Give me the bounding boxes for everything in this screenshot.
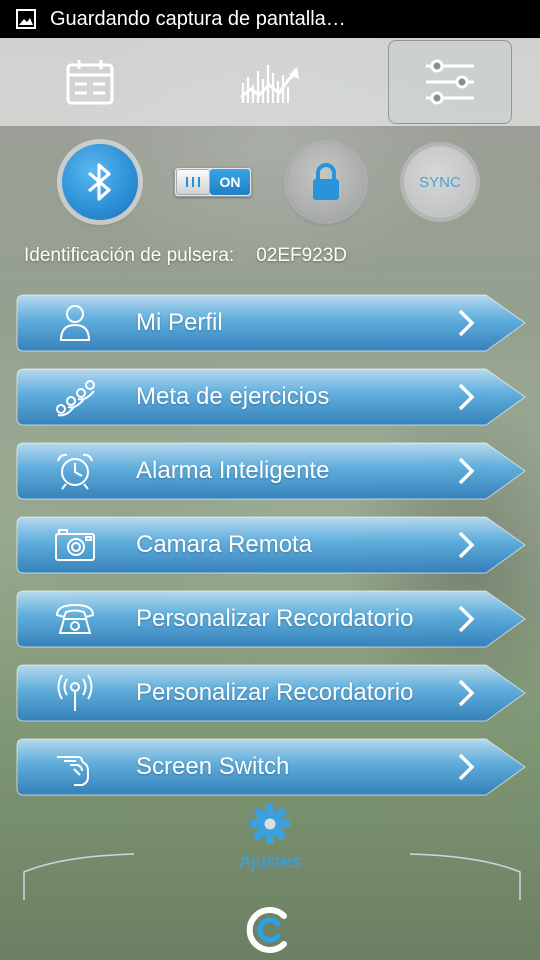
telephone-icon xyxy=(55,603,95,634)
device-id-row: Identificación de pulsera: 02EF923D xyxy=(24,242,347,270)
device-controls: ON SYNC xyxy=(0,140,540,230)
menu-item-call-reminder[interactable]: Personalizar Recordatorio xyxy=(16,590,526,648)
status-text: Guardando captura de pantalla… xyxy=(50,7,346,30)
tab-calendar[interactable] xyxy=(0,38,180,126)
chevron-right-icon xyxy=(458,679,475,707)
chevron-right-icon xyxy=(458,309,475,337)
status-bar: Guardando captura de pantalla… xyxy=(0,0,540,38)
menu-item-exercise-goal[interactable]: Meta de ejercicios xyxy=(16,368,526,426)
tab-statistics[interactable] xyxy=(180,38,360,126)
alarm-clock-icon xyxy=(57,453,93,490)
decorative-arc-left xyxy=(23,853,135,900)
chart-trend-icon xyxy=(240,65,299,103)
toggle-knob xyxy=(176,169,210,195)
menu-item-label: Personalizar Recordatorio xyxy=(136,679,414,706)
screenshot-icon xyxy=(16,9,36,29)
person-icon xyxy=(59,305,91,341)
chevron-right-icon xyxy=(458,531,475,559)
steps-icon xyxy=(56,380,95,417)
app-logo-icon xyxy=(246,907,287,953)
menu-item-label: Alarma Inteligente xyxy=(136,457,330,484)
menu-item-label: Camara Remota xyxy=(136,531,313,558)
lock-icon xyxy=(313,163,339,200)
calendar-icon xyxy=(66,60,114,105)
bluetooth-icon xyxy=(87,163,111,201)
menu-item-label: Personalizar Recordatorio xyxy=(136,605,414,632)
device-id-value: 02EF923D xyxy=(256,245,348,266)
sliders-icon xyxy=(426,59,474,105)
decorative-arc-right xyxy=(409,853,521,900)
chevron-right-icon xyxy=(458,605,475,633)
lock-button[interactable] xyxy=(288,144,364,220)
chevron-right-icon xyxy=(458,457,475,485)
bluetooth-button[interactable] xyxy=(62,144,138,220)
menu-item-smart-alarm[interactable]: Alarma Inteligente xyxy=(16,442,526,500)
bottom-nav: Ajustes xyxy=(0,800,540,960)
menu-item-profile[interactable]: Mi Perfil xyxy=(16,294,526,352)
gear-icon[interactable] xyxy=(248,802,292,846)
sync-button[interactable]: SYNC xyxy=(404,146,476,218)
menu-item-remote-camera[interactable]: Camara Remota xyxy=(16,516,526,574)
top-tab-bar xyxy=(0,38,540,126)
tab-settings[interactable] xyxy=(388,40,512,124)
menu-item-label: Meta de ejercicios xyxy=(136,383,330,410)
chevron-right-icon xyxy=(458,753,475,781)
hand-swipe-icon xyxy=(57,756,89,786)
camera-icon xyxy=(55,529,95,561)
chevron-right-icon xyxy=(458,383,475,411)
menu-item-label: Screen Switch xyxy=(136,753,290,780)
menu-item-signal-reminder[interactable]: Personalizar Recordatorio xyxy=(16,664,526,722)
device-id-label: Identificación de pulsera: xyxy=(24,245,235,266)
toggle-state-label: ON xyxy=(210,169,250,195)
antenna-icon xyxy=(57,674,93,711)
menu-item-screen-switch[interactable]: Screen Switch xyxy=(16,738,526,796)
connection-toggle[interactable]: ON xyxy=(174,167,252,197)
menu-item-label: Mi Perfil xyxy=(136,309,223,336)
